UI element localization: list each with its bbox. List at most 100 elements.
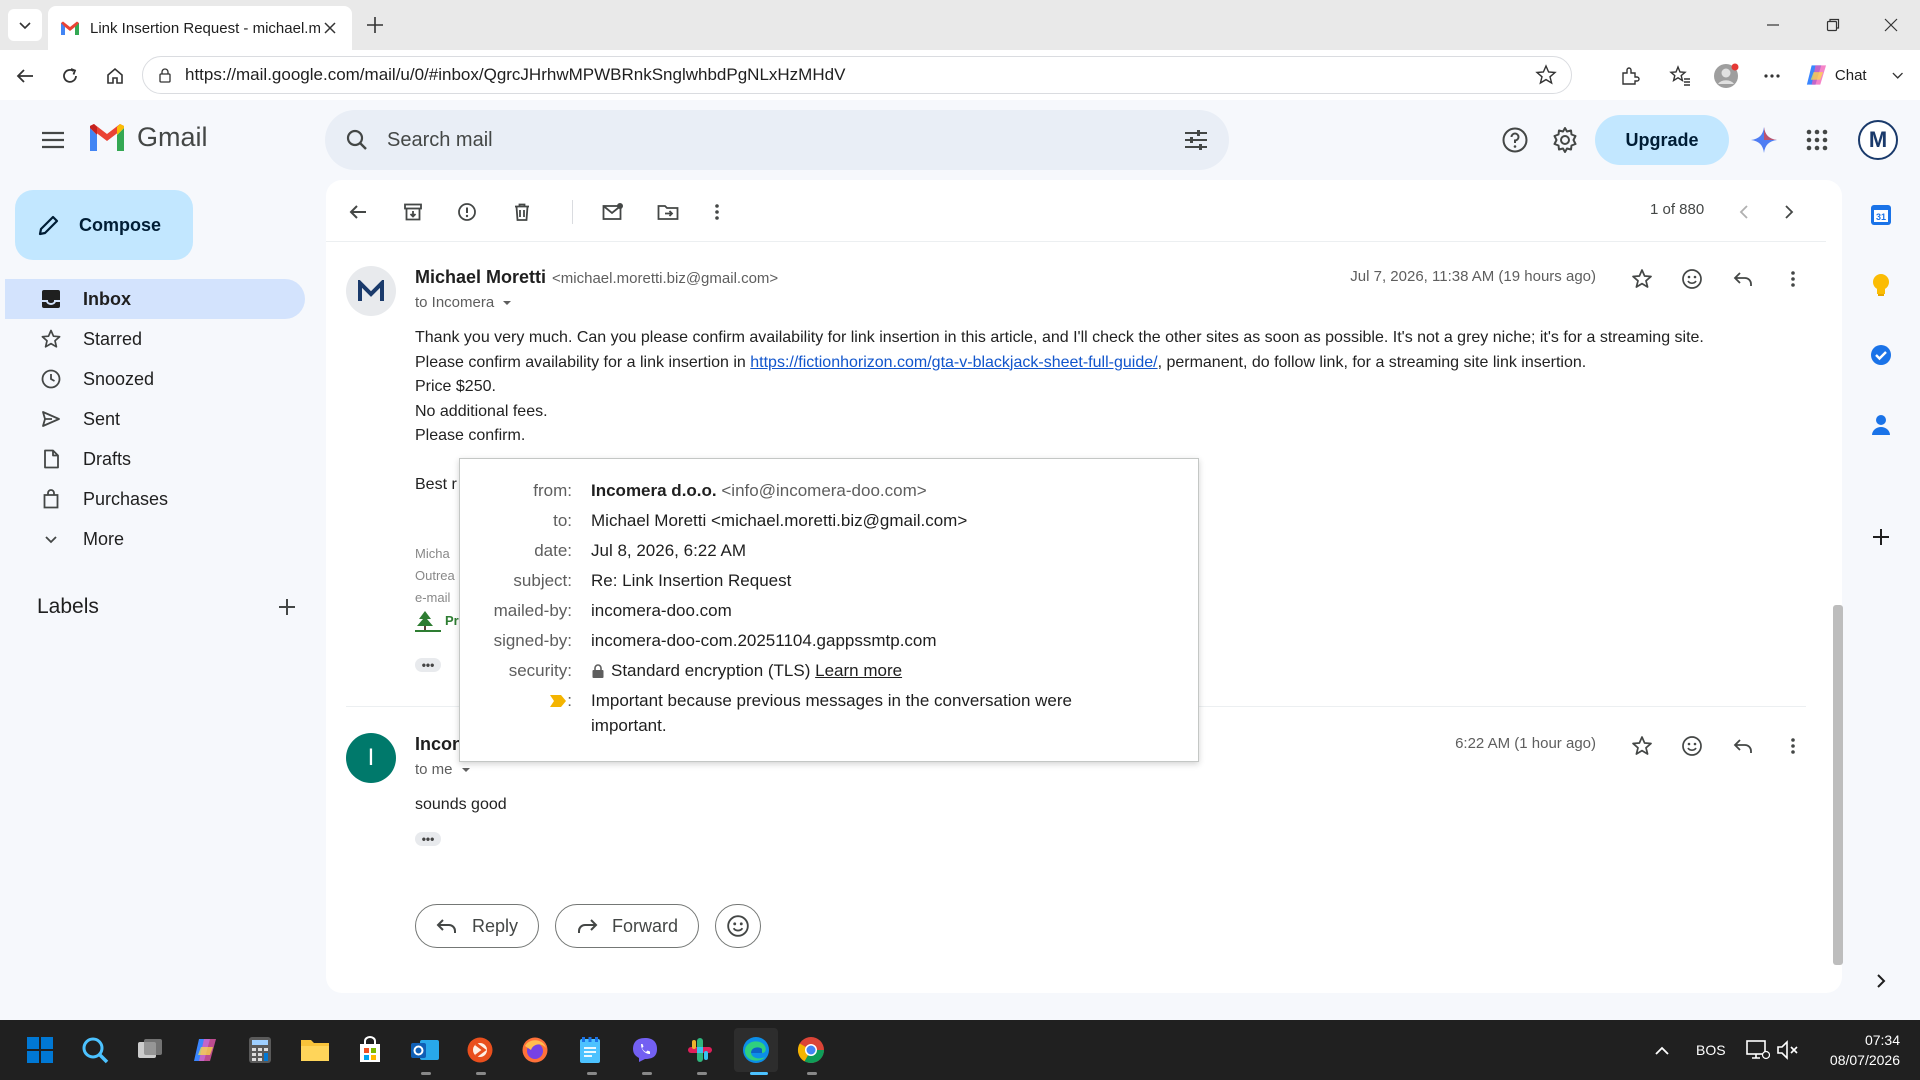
add-label-icon[interactable] (277, 597, 297, 617)
browser-tab-active[interactable]: Link Insertion Request - michael.m (48, 6, 352, 50)
sender-avatar[interactable]: I (346, 733, 396, 783)
tab-list-button[interactable] (8, 9, 42, 41)
compose-button[interactable]: Compose (15, 190, 193, 260)
network-icon[interactable] (1742, 1034, 1774, 1066)
sidebar-item-sent[interactable]: Sent (5, 399, 305, 439)
show-trimmed-content-button[interactable]: ••• (415, 658, 441, 672)
more-actions-icon[interactable] (702, 197, 732, 227)
copilot-chat-button[interactable]: Chat (1798, 58, 1910, 92)
move-to-icon[interactable] (653, 197, 683, 227)
close-window-icon[interactable] (1878, 12, 1904, 38)
restore-window-icon[interactable] (1820, 12, 1846, 38)
url-text[interactable]: https://mail.google.com/mail/u/0/#inbox/… (185, 65, 1535, 85)
article-link[interactable]: https://fictionhorizon.com/gta-v-blackja… (750, 354, 1157, 371)
favorites-icon[interactable] (1666, 62, 1694, 90)
outlook-icon[interactable] (409, 1034, 441, 1066)
tab-close-icon[interactable] (320, 18, 340, 38)
message-more-icon[interactable] (1778, 264, 1808, 294)
notepad-icon[interactable] (574, 1034, 606, 1066)
search-taskbar-icon[interactable] (79, 1034, 111, 1066)
slack-icon[interactable] (684, 1034, 716, 1066)
sender-avatar[interactable] (346, 266, 396, 316)
star-message-icon[interactable] (1627, 731, 1657, 761)
show-hidden-icons-icon[interactable] (1646, 1035, 1678, 1067)
report-spam-icon[interactable] (452, 197, 482, 227)
calculator-icon[interactable] (244, 1034, 276, 1066)
mark-unread-icon[interactable] (598, 197, 628, 227)
profile-icon[interactable] (1712, 62, 1740, 90)
contacts-icon[interactable] (1866, 410, 1896, 440)
home-icon[interactable] (101, 62, 129, 90)
recipient-line[interactable]: to Incomera (415, 294, 514, 311)
file-explorer-icon[interactable] (299, 1034, 331, 1066)
scrollbar-thumb[interactable] (1833, 605, 1843, 965)
reply-button[interactable]: Reply (415, 904, 540, 948)
star-message-icon[interactable] (1627, 264, 1657, 294)
forward-button[interactable]: Forward (555, 904, 700, 948)
get-addons-icon[interactable] (1866, 522, 1896, 552)
emoji-reaction-button[interactable] (715, 904, 761, 948)
search-bar[interactable] (325, 110, 1229, 170)
sender-name[interactable]: Incon (415, 734, 463, 755)
tasks-icon[interactable] (1866, 340, 1896, 370)
body-line: No additional fees. (415, 402, 548, 420)
older-message-icon[interactable] (1774, 197, 1804, 227)
more-options-icon[interactable] (1758, 62, 1786, 90)
google-apps-icon[interactable] (1797, 120, 1837, 160)
system-clock[interactable]: 07:34 08/07/2026 (1800, 1030, 1900, 1070)
delete-icon[interactable] (507, 197, 537, 227)
sidebar-item-purchases[interactable]: Purchases (5, 479, 305, 519)
microsoft-store-icon[interactable] (354, 1034, 386, 1066)
search-filters-icon[interactable] (1183, 128, 1209, 152)
caret-down-icon[interactable] (459, 765, 473, 775)
favorite-star-icon[interactable] (1535, 64, 1557, 86)
sidebar-item-snoozed[interactable]: Snoozed (5, 359, 305, 399)
keep-icon[interactable] (1866, 270, 1896, 300)
minimize-window-icon[interactable] (1760, 12, 1786, 38)
main-menu-icon[interactable] (35, 122, 71, 158)
newer-message-icon[interactable] (1729, 197, 1759, 227)
archive-icon[interactable] (398, 197, 428, 227)
settings-gear-icon[interactable] (1545, 120, 1585, 160)
new-tab-button[interactable] (362, 12, 388, 38)
search-icon[interactable] (345, 128, 369, 152)
show-trimmed-content-button[interactable]: ••• (415, 832, 441, 846)
firefox-icon[interactable] (519, 1034, 551, 1066)
extensions-icon[interactable] (1616, 62, 1644, 90)
reply-icon[interactable] (1728, 264, 1758, 294)
gmail-logo[interactable]: Gmail (87, 122, 208, 153)
edge-browser-icon[interactable] (734, 1028, 778, 1072)
help-icon[interactable] (1495, 120, 1535, 160)
signature-name: Micha (415, 546, 450, 561)
sidebar-item-drafts[interactable]: Drafts (5, 439, 305, 479)
body-line: Please confirm availability for a link i… (415, 351, 1704, 376)
caret-down-icon[interactable] (500, 298, 514, 308)
back-icon[interactable] (11, 62, 39, 90)
firefox-developer-icon[interactable] (464, 1034, 496, 1066)
task-view-icon[interactable] (134, 1034, 166, 1066)
address-bar[interactable]: https://mail.google.com/mail/u/0/#inbox/… (142, 56, 1572, 94)
calendar-icon[interactable]: 31 (1866, 200, 1896, 230)
viber-icon[interactable] (629, 1034, 661, 1066)
learn-more-link[interactable]: Learn more (815, 658, 902, 683)
copilot-taskbar-icon[interactable] (189, 1034, 221, 1066)
reply-icon[interactable] (1728, 731, 1758, 761)
expand-side-panel-icon[interactable] (1866, 966, 1896, 996)
message-more-icon[interactable] (1778, 731, 1808, 761)
sidebar-item-more[interactable]: More (5, 519, 305, 559)
sidebar-item-starred[interactable]: Starred (5, 319, 305, 359)
add-reaction-icon[interactable] (1677, 731, 1707, 761)
input-language[interactable]: BOS (1696, 1042, 1726, 1058)
account-avatar[interactable]: M (1858, 120, 1898, 160)
search-input[interactable] (387, 128, 1183, 152)
reload-icon[interactable] (56, 62, 84, 90)
recipient-line[interactable]: to me (415, 761, 473, 778)
sidebar-item-inbox[interactable]: Inbox (5, 279, 305, 319)
chrome-icon[interactable] (795, 1034, 827, 1066)
back-to-inbox-icon[interactable] (343, 197, 373, 227)
add-reaction-icon[interactable] (1677, 264, 1707, 294)
upgrade-button[interactable]: Upgrade (1595, 115, 1729, 165)
gemini-icon[interactable] (1744, 120, 1784, 160)
sender-name[interactable]: Michael Moretti (415, 267, 546, 287)
windows-start-icon[interactable] (24, 1034, 56, 1066)
